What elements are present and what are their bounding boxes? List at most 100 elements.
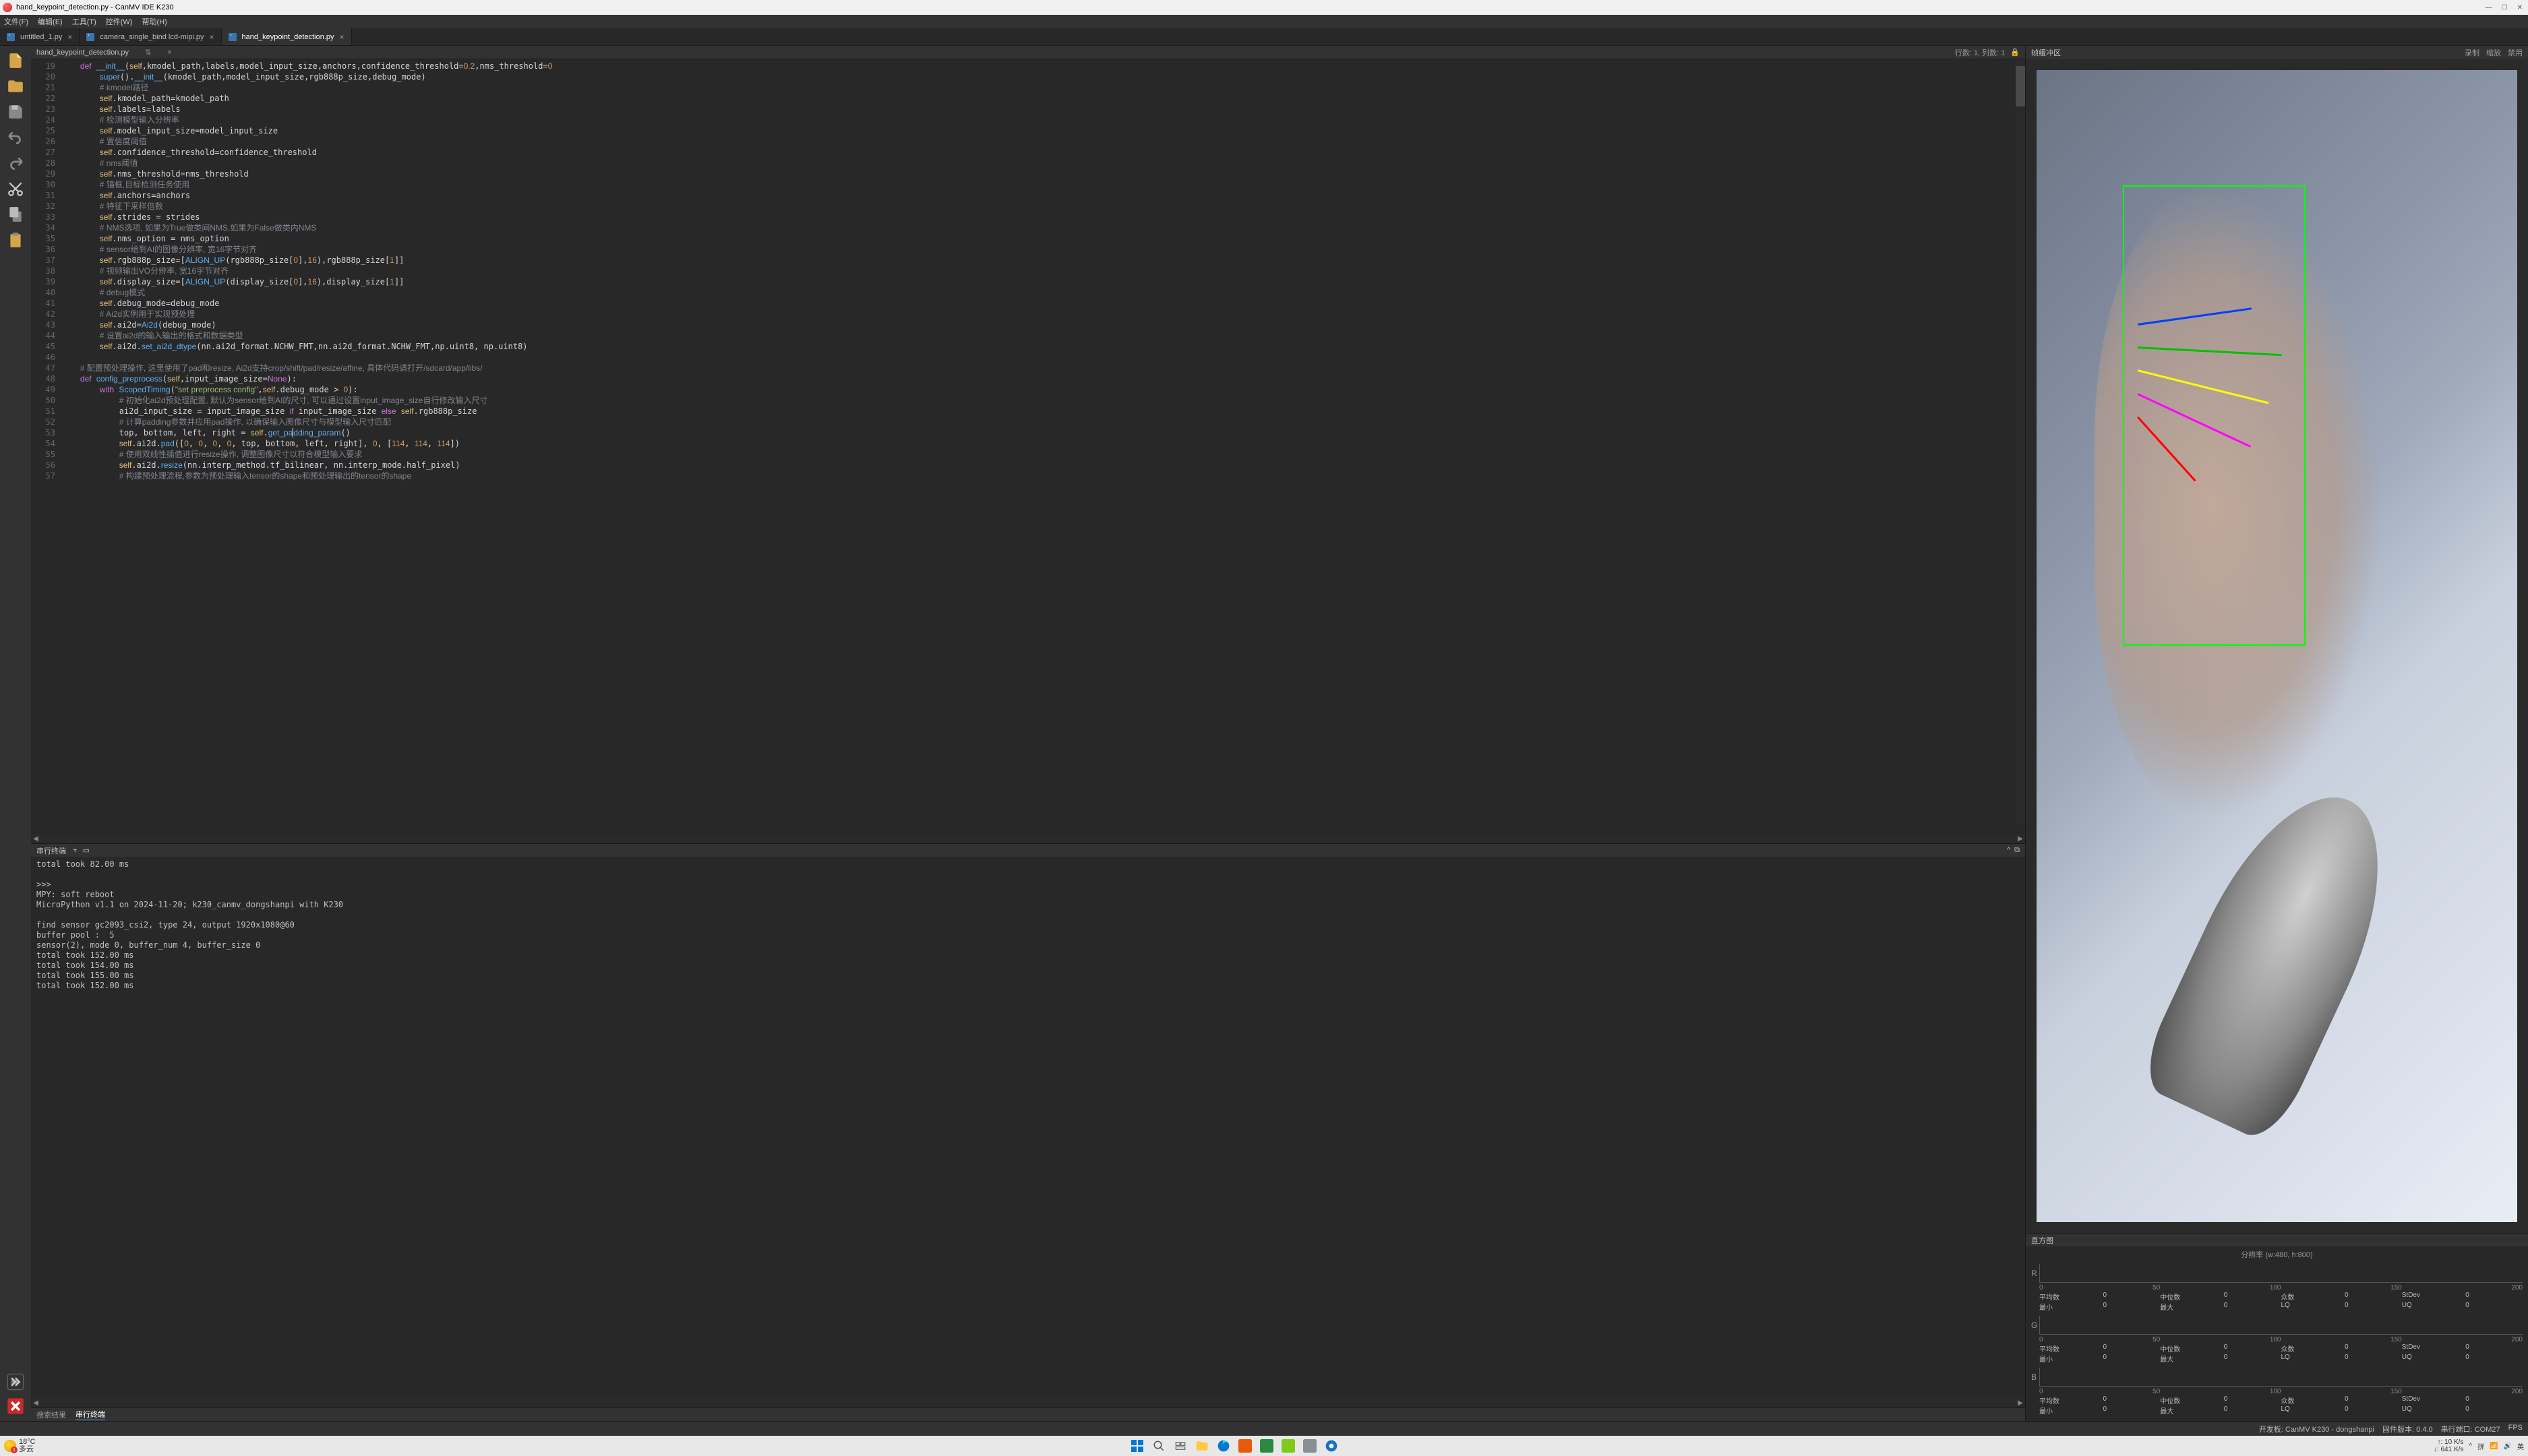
scroll-left-icon[interactable]: ◀ [31,835,40,843]
hist-channel-r: R [2031,1269,2039,1278]
new-file-icon[interactable] [6,51,25,70]
taskbar: 1 18°C 多云 ↑: 10 K/s ↓: 641 K/s ^ 拼 📶 🔊 英 [0,1436,2528,1456]
cursor-position: 行数: 1, 列数: 1 [1955,47,2006,58]
editor-file-tab[interactable]: hand_keypoint_detection.py ⇅ × [36,48,172,57]
menu-edit[interactable]: 编辑(E) [38,16,63,27]
menu-help[interactable]: 帮助(H) [142,16,167,27]
undo-icon[interactable] [6,128,25,147]
hist-channel-g: G [2031,1321,2039,1330]
app-icon-4[interactable] [1302,1438,1318,1454]
menu-file[interactable]: 文件(F) [4,16,28,27]
hist-chart-r [2039,1264,2523,1283]
terminal-save-icon[interactable]: ▭ [83,846,90,855]
titlebar: hand_keypoint_detection.py - CanMV IDE K… [0,0,2528,15]
minimize-button[interactable]: — [2486,4,2492,11]
tab-camera[interactable]: camera_single_bind lcd-mipi.py × [80,28,221,45]
lock-icon: 🔒 [2010,48,2020,57]
stop-icon[interactable] [6,1397,25,1416]
hist-chart-g [2039,1316,2523,1335]
tab-label: hand_keypoint_detection.py [242,33,334,41]
weather-icon: 1 [4,1440,16,1452]
python-icon [86,33,94,41]
statusbar: 开发板: CanMV K230 - dongshanpi 固件版本: 0.4.0… [0,1421,2528,1436]
explorer-icon[interactable] [1194,1438,1210,1454]
fb-record-button[interactable]: 录制 [2465,47,2479,58]
tab-bar: untitled_1.py × camera_single_bind lcd-m… [0,28,2528,46]
app-icon-3[interactable] [1280,1438,1296,1454]
editor-filename: hand_keypoint_detection.py [36,49,129,57]
weather-widget[interactable]: 1 18°C 多云 [4,1438,36,1453]
python-icon [7,33,15,41]
tab-close-icon[interactable]: × [209,32,214,42]
hist-chart-b [2039,1368,2523,1387]
cut-icon[interactable] [6,179,25,198]
tab-untitled[interactable]: untitled_1.py × [0,28,80,45]
python-icon [229,33,237,41]
terminal-tabs: 搜索结果 串行终端 [31,1407,2025,1421]
tab-close-icon[interactable]: × [67,32,72,42]
code-editor[interactable]: 19 20 21 22 23 24 25 26 27 28 29 30 31 3… [31,59,2025,834]
menu-tools[interactable]: 工具(T) [72,16,96,27]
editor-hscroll[interactable]: ◀ ▶ [31,834,2025,843]
window-title: hand_keypoint_detection.py - CanMV IDE K… [16,3,174,11]
histogram-resolution: 分辨率 (w:480, h:800) [2026,1246,2528,1263]
start-button[interactable] [1129,1438,1145,1454]
status-board-value: CanMV K230 - dongshanpi [2285,1426,2374,1434]
tab-serial-terminal[interactable]: 串行终端 [76,1409,105,1420]
app-icon-2[interactable] [1259,1438,1275,1454]
tray-wifi-icon[interactable]: 📶 [2490,1443,2498,1450]
histogram-body: R 050100150200 平均数0中位数0众数0StDev0 最小0最大0L… [2026,1263,2528,1421]
framebuffer-header: 帧缓冲区 录制 缩放 禁用 [2026,46,2528,59]
search-icon[interactable] [1151,1438,1167,1454]
right-panel: 帧缓冲区 录制 缩放 禁用 直方图 分辨率 (w:480, h:800) [2025,46,2528,1421]
detection-bbox [2123,185,2306,646]
framebuffer-preview [2026,59,2528,1233]
code-content[interactable]: def __init__(self,kmodel_path,labels,mod… [61,59,2025,834]
tray-sound-icon[interactable]: 🔊 [2504,1443,2512,1450]
copy-icon[interactable] [6,205,25,224]
taskview-icon[interactable] [1172,1438,1188,1454]
editor-close-icon[interactable]: × [167,49,171,57]
app-icon-1[interactable] [1237,1438,1253,1454]
tab-search-results[interactable]: 搜索结果 [36,1409,66,1420]
app-icon [3,3,12,12]
taskbar-center [1129,1438,1340,1454]
editor-vscroll[interactable] [2016,59,2025,824]
connect-icon[interactable] [6,1372,25,1391]
tab-close-icon[interactable]: × [340,32,344,42]
tab-hand-keypoint[interactable]: hand_keypoint_detection.py × [222,28,352,45]
paste-icon[interactable] [6,231,25,249]
redo-icon[interactable] [6,154,25,173]
scroll-right-icon[interactable]: ▶ [2016,835,2025,843]
network-speed: ↑: 10 K/s ↓: 641 K/s [2434,1438,2463,1453]
menubar: 文件(F) 编辑(E) 工具(T) 控件(W) 帮助(H) [0,15,2528,28]
close-button[interactable]: ✕ [2517,4,2523,11]
status-fps: FPS [2508,1424,2523,1434]
open-folder-icon[interactable] [6,77,25,96]
tray-arrow-icon[interactable]: ^ [2469,1443,2472,1450]
terminal-title: 串行终端 [36,845,66,856]
status-port-value: COM27 [2475,1426,2500,1434]
system-tray: ↑: 10 K/s ↓: 641 K/s ^ 拼 📶 🔊 英 [2434,1438,2524,1453]
terminal-split-icon[interactable]: ⫟ [73,846,78,855]
hist-channel-b: B [2031,1372,2039,1382]
save-icon[interactable] [6,102,25,121]
tray-ime2-icon[interactable]: 英 [2517,1441,2524,1451]
editor-header: hand_keypoint_detection.py ⇅ × 行数: 1, 列数… [31,46,2025,59]
status-fw-value: 0.4.0 [2416,1426,2432,1434]
terminal-popout-icon[interactable]: ⧉ [2014,846,2020,855]
tray-ime1-icon[interactable]: 拼 [2477,1441,2484,1451]
canmv-ide-icon[interactable] [1323,1438,1340,1454]
fb-zoom-button[interactable]: 缩放 [2486,47,2501,58]
fb-disable-button[interactable]: 禁用 [2508,47,2523,58]
terminal-collapse-icon[interactable]: ^ [2007,846,2010,855]
scroll-right-icon[interactable]: ▶ [2016,1399,2025,1407]
maximize-button[interactable]: ☐ [2502,4,2508,11]
edge-icon[interactable] [1215,1438,1232,1454]
scroll-left-icon[interactable]: ◀ [31,1399,40,1407]
status-port-label: 串行端口: [2441,1426,2473,1434]
menu-widget[interactable]: 控件(W) [106,16,133,27]
terminal-hscroll[interactable]: ◀ ▶ [31,1398,2025,1407]
terminal-output[interactable]: total took 82.00 ms >>> MPY: soft reboot… [31,857,2025,1398]
tab-label: camera_single_bind lcd-mipi.py [100,33,204,41]
